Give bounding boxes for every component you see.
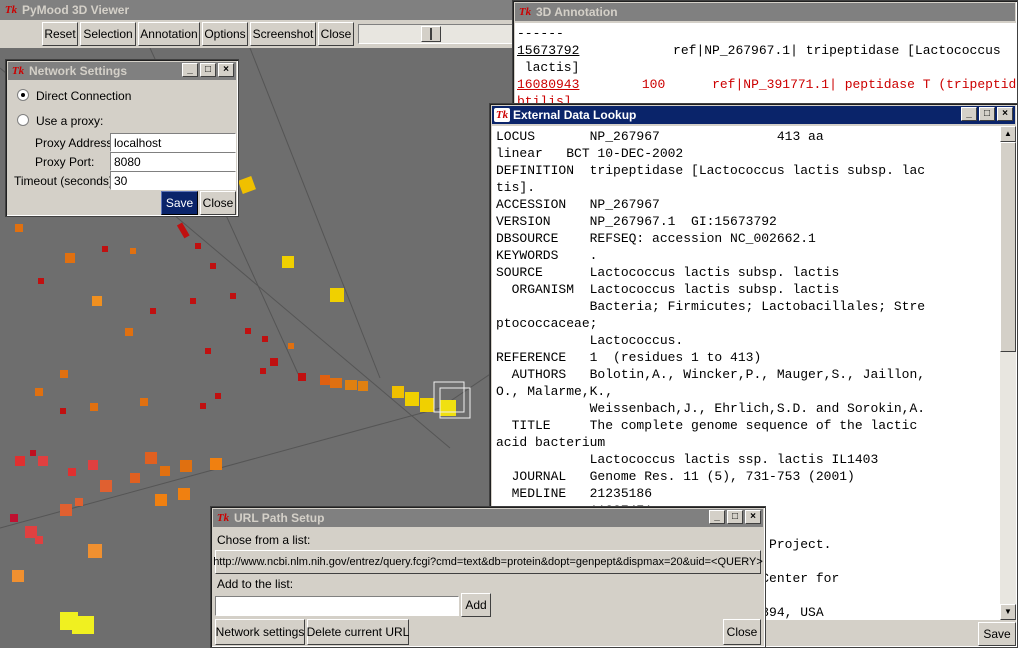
gi-link[interactable]: 16080943 <box>517 77 579 92</box>
record-line: LOCUS NP_267967 413 aa <box>496 129 824 144</box>
lookup-title: External Data Lookup <box>513 108 637 122</box>
tk-logo-icon: Tk <box>494 108 510 122</box>
options-button[interactable]: Options <box>202 22 248 46</box>
screenshot-button[interactable]: Screenshot <box>250 22 316 46</box>
tk-logo-icon: Tk <box>11 65 25 77</box>
zoom-slider[interactable] <box>358 24 514 44</box>
use-proxy-radio[interactable] <box>17 114 29 126</box>
tk-logo-icon: Tk <box>216 512 230 524</box>
record-line: DEFINITION tripeptidase [Lactococcus lac… <box>496 163 926 178</box>
close-icon[interactable]: × <box>218 63 234 77</box>
close-url-setup-button[interactable]: Close <box>723 619 761 645</box>
annotation-line: 15673792 ref|NP_267967.1| tripeptidase [… <box>517 43 1001 58</box>
close-icon[interactable]: × <box>997 107 1013 121</box>
save-network-button[interactable]: Save <box>161 191 198 215</box>
add-url-button[interactable]: Add <box>461 593 491 617</box>
scroll-up-icon[interactable]: ▲ <box>1000 126 1016 142</box>
save-lookup-button[interactable]: Save <box>978 622 1016 646</box>
viewer-toolbar: Reset Selection Annotation Options Scree… <box>0 20 514 48</box>
direct-connection-label[interactable]: Direct Connection <box>36 89 131 103</box>
network-settings-titlebar[interactable]: Tk Network Settings _ □ × <box>8 62 236 80</box>
scrollbar-thumb[interactable] <box>1000 142 1016 352</box>
annotation-line: lactis] <box>517 60 580 75</box>
record-line: Weissenbach,J., Ehrlich,S.D. and Sorokin… <box>496 401 926 416</box>
annotation-line: 16080943 100 ref|NP_391771.1| peptidase … <box>517 77 1017 92</box>
record-line: acid bacterium <box>496 435 606 450</box>
minimize-icon[interactable]: _ <box>709 510 725 524</box>
url-select-menu[interactable]: http://www.ncbi.nlm.nih.gov/entrez/query… <box>213 550 763 574</box>
close-network-button[interactable]: Close <box>200 191 236 215</box>
tk-logo-icon: Tk <box>518 6 532 18</box>
record-line: ORGANISM Lactococcus lactis subsp. lacti… <box>496 282 840 297</box>
annotation-window: Tk 3D Annotation ------ 15673792 ref|NP_… <box>512 0 1018 110</box>
maximize-icon[interactable]: □ <box>200 63 216 77</box>
use-proxy-label[interactable]: Use a proxy: <box>36 114 103 128</box>
record-line: SOURCE Lactococcus lactis subsp. lactis <box>496 265 840 280</box>
proxy-port-field[interactable]: 8080 <box>110 152 236 171</box>
lookup-scrollbar[interactable]: ▲ ▼ <box>1000 126 1016 620</box>
proxy-address-field[interactable]: localhost <box>110 133 236 152</box>
scroll-down-icon[interactable]: ▼ <box>1000 604 1016 620</box>
record-line: Lactococcus. <box>496 333 684 348</box>
record-line: O., Malarme,K., <box>496 384 614 399</box>
record-line: ptococcaceae; <box>496 316 598 331</box>
record-line: DBSOURCE REFSEQ: accession NC_002662.1 <box>496 231 816 246</box>
add-list-label: Add to the list: <box>217 577 294 591</box>
annotation-title: 3D Annotation <box>536 5 618 19</box>
record-line: REFERENCE 1 (residues 1 to 413) <box>496 350 762 365</box>
viewer-title: PyMood 3D Viewer <box>22 3 130 17</box>
maximize-icon[interactable]: □ <box>979 107 995 121</box>
timeout-field[interactable]: 30 <box>110 171 236 190</box>
direct-connection-radio[interactable] <box>17 89 29 101</box>
proxy-address-label: Proxy Address: <box>35 136 116 150</box>
tk-logo-icon: Tk <box>4 4 18 16</box>
record-line: MEDLINE 21235186 <box>496 486 653 501</box>
selection-button[interactable]: Selection <box>80 22 136 46</box>
record-line: JOURNAL Genome Res. 11 (5), 731-753 (200… <box>496 469 855 484</box>
minimize-icon[interactable]: _ <box>182 63 198 77</box>
record-line: TITLE The complete genome sequence of th… <box>496 418 918 433</box>
proxy-port-label: Proxy Port: <box>35 155 95 169</box>
record-line: linear BCT 10-DEC-2002 <box>496 146 684 161</box>
record-line: tis]. <box>496 180 536 195</box>
maximize-icon[interactable]: □ <box>727 510 743 524</box>
annotation-button[interactable]: Annotation <box>138 22 200 46</box>
record-line: KEYWORDS . <box>496 248 598 263</box>
reset-button[interactable]: Reset <box>42 22 78 46</box>
timeout-label: Timeout (seconds): <box>14 174 117 188</box>
annotation-line: ------ <box>517 26 564 41</box>
record-line: ACCESSION NP_267967 <box>496 197 660 212</box>
lookup-titlebar[interactable]: Tk External Data Lookup _ □ × <box>492 106 1015 124</box>
url-setup-titlebar[interactable]: Tk URL Path Setup _ □ × <box>213 509 763 527</box>
record-line: AUTHORS Bolotin,A., Wincker,P., Mauger,S… <box>496 367 926 382</box>
url-setup-title: URL Path Setup <box>234 511 325 525</box>
minimize-icon[interactable]: _ <box>961 107 977 121</box>
zoom-slider-thumb[interactable] <box>421 26 441 42</box>
close-icon[interactable]: × <box>745 510 761 524</box>
close-viewer-button[interactable]: Close <box>318 22 354 46</box>
record-line: Bacteria; Firmicutes; Lactobacillales; S… <box>496 299 926 314</box>
viewer-titlebar[interactable]: Tk PyMood 3D Viewer <box>0 0 514 20</box>
add-url-field[interactable] <box>215 596 459 616</box>
record-line: Lactococcus lactis ssp. lactis IL1403 <box>496 452 879 467</box>
network-settings-title: Network Settings <box>29 64 128 78</box>
annotation-text-area[interactable]: ------ 15673792 ref|NP_267967.1| tripept… <box>515 23 1017 109</box>
network-settings-window: Tk Network Settings _ □ × Direct Connect… <box>5 59 239 217</box>
url-setup-window: Tk URL Path Setup _ □ × Chose from a lis… <box>210 506 766 648</box>
choose-list-label: Chose from a list: <box>217 533 311 547</box>
record-line: VERSION NP_267967.1 GI:15673792 <box>496 214 777 229</box>
network-settings-button[interactable]: Network settings <box>215 619 305 645</box>
annotation-titlebar[interactable]: Tk 3D Annotation <box>515 3 1015 21</box>
gi-link[interactable]: 15673792 <box>517 43 579 58</box>
delete-url-button[interactable]: Delete current URL <box>307 619 409 645</box>
